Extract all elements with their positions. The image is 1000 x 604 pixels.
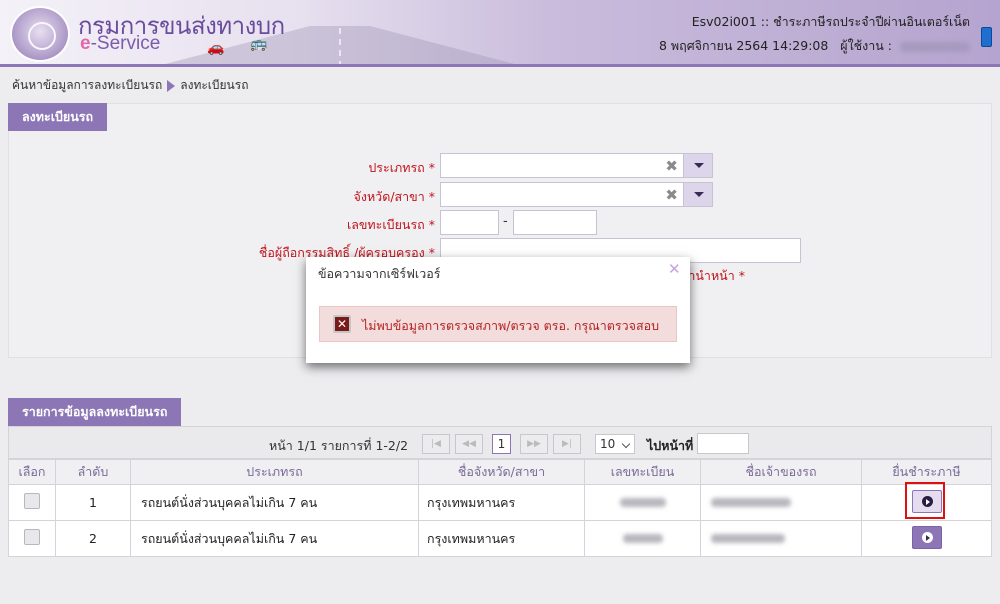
plate-label-text: เลขทะเบียนรถ [346, 217, 425, 232]
prefix-label: คำนำหน้า * [680, 266, 760, 286]
row-checkbox[interactable] [24, 493, 40, 509]
tax-submit-cell [861, 520, 992, 557]
breadcrumb: ค้นหาข้อมูลการลงทะเบียนรถ ลงทะเบียนรถ [12, 76, 248, 95]
table-row: 2 รถยนต์นั่งส่วนบุคคลไม่เกิน 7 คน กรุงเท… [8, 520, 992, 557]
column-header: ยื่นชำระภาษี [861, 459, 992, 485]
prev-page-icon[interactable]: ◀◀ [455, 434, 483, 454]
error-icon: ✕ [333, 315, 351, 333]
table-row: 1 รถยนต์นั่งส่วนบุคคลไม่เกิน 7 คน กรุงเท… [8, 484, 992, 521]
last-page-icon[interactable]: ▶| [553, 434, 581, 454]
car-icon: 🚗 [207, 40, 225, 56]
next-page-icon[interactable]: ▶▶ [520, 434, 548, 454]
eservice-logo-rest: -Service [90, 33, 161, 54]
column-header: ลำดับ [55, 459, 131, 485]
header-meta: 8 พฤศจิกายน 2564 14:29:08 ผู้ใช้งาน : [659, 34, 970, 58]
column-header: ชื่อจังหวัด/สาขา [418, 459, 585, 485]
header-info: Esv02i001 :: ชำระภาษีรถประจำปีผ่านอินเตอ… [659, 10, 970, 58]
register-section-title: ลงทะเบียนรถ [8, 103, 108, 131]
eservice-logo-e: e [80, 33, 91, 54]
required-mark: * [428, 160, 435, 175]
breadcrumb-current: ลงทะเบียนรถ [180, 78, 249, 92]
select-cell [8, 484, 56, 521]
first-page-icon[interactable]: |◀ [422, 434, 450, 454]
column-header: ชื่อเจ้าของรถ [700, 459, 862, 485]
user-label: ผู้ใช้งาน : [840, 38, 893, 53]
row-checkbox[interactable] [24, 529, 40, 545]
plate-separator: - [503, 214, 508, 229]
dialog-title: ข้อความจากเซิร์ฟเวอร์ [318, 266, 441, 281]
owner-redacted [711, 498, 791, 507]
user-name-redacted [900, 41, 970, 52]
province-label: จังหวัด/สาขา * [260, 187, 435, 207]
close-icon[interactable]: ✕ [668, 260, 681, 278]
province-cell: กรุงเทพมหานคร [418, 484, 585, 521]
header-datetime: 8 พฤศจิกายน 2564 14:29:08 [658, 38, 829, 53]
vehicle-table: เลือก ลำดับ ประเภทรถ ชื่อจังหวัด/สาขา เล… [8, 459, 992, 557]
column-header: เลือก [8, 459, 56, 485]
error-message-text: ไม่พบข้อมูลการตรวจสภาพ/ตรวจ ตรอ. กรุณาตร… [362, 318, 660, 333]
play-circle-icon[interactable] [911, 525, 942, 549]
goto-page-input[interactable] [697, 433, 749, 454]
required-mark: * [428, 217, 435, 232]
seq-cell: 1 [55, 484, 131, 521]
page-size-select[interactable]: 10 [595, 434, 635, 454]
vehicle-type-label-text: ประเภทรถ [368, 160, 425, 175]
list-section-title: รายการข้อมูลลงทะเบียนรถ [8, 398, 182, 426]
column-header: ประเภทรถ [130, 459, 419, 485]
eservice-logo: e-Service [80, 33, 160, 55]
pager-info: หน้า 1/1 รายการที่ 1-2/2 [269, 438, 409, 453]
breadcrumb-link-search[interactable]: ค้นหาข้อมูลการลงทะเบียนรถ [12, 76, 162, 95]
plate-prefix-input[interactable] [440, 210, 499, 235]
vehicle-type-select[interactable]: ✖ [440, 153, 713, 178]
header-menu-toggle[interactable] [981, 27, 992, 47]
vehicle-type-cell: รถยนต์นั่งส่วนบุคคลไม่เกิน 7 คน [130, 520, 419, 557]
plate-redacted [622, 534, 663, 543]
plate-number-input[interactable] [513, 210, 597, 235]
province-select[interactable]: ✖ [440, 182, 713, 207]
plate-cell [584, 520, 701, 557]
breadcrumb-arrow-icon [167, 79, 176, 92]
owner-cell [700, 520, 862, 557]
table-header-row: เลือก ลำดับ ประเภทรถ ชื่อจังหวัด/สาขา เล… [8, 459, 992, 485]
column-header: เลขทะเบียน [584, 459, 701, 485]
seq-cell: 2 [55, 520, 131, 557]
app-header: กรมการขนส่งทางบก e-Service 🚗 🚌 Esv02i001… [0, 0, 1000, 67]
required-mark: * [428, 189, 435, 204]
clear-icon[interactable]: ✖ [665, 157, 678, 175]
select-cell [8, 520, 56, 557]
owner-cell [700, 484, 862, 521]
province-label-text: จังหวัด/สาขา [353, 189, 425, 204]
plate-cell [584, 484, 701, 521]
chevron-down-icon[interactable] [683, 154, 712, 177]
pager-bar: หน้า 1/1 รายการที่ 1-2/2 |◀ ◀◀ 1 ▶▶ ▶| 1… [8, 426, 992, 459]
error-message-box: ✕ ไม่พบข้อมูลการตรวจสภาพ/ตรวจ ตรอ. กรุณา… [319, 306, 677, 342]
current-page[interactable]: 1 [492, 434, 511, 454]
vehicle-type-label: ประเภทรถ * [260, 158, 435, 178]
goto-page-label: ไปหน้าที่ [647, 438, 694, 453]
bus-icon: 🚌 [250, 36, 268, 52]
department-seal-logo [10, 6, 70, 62]
required-mark: * [738, 268, 745, 283]
clear-icon[interactable]: ✖ [665, 186, 678, 204]
plate-redacted [619, 498, 666, 507]
vehicle-type-cell: รถยนต์นั่งส่วนบุคคลไม่เกิน 7 คน [130, 484, 419, 521]
chevron-down-icon[interactable] [683, 183, 712, 206]
screen-code: Esv02i001 :: ชำระภาษีรถประจำปีผ่านอินเตอ… [691, 14, 970, 29]
province-cell: กรุงเทพมหานคร [418, 520, 585, 557]
plate-label: เลขทะเบียนรถ * [260, 215, 435, 235]
owner-redacted [711, 534, 785, 543]
